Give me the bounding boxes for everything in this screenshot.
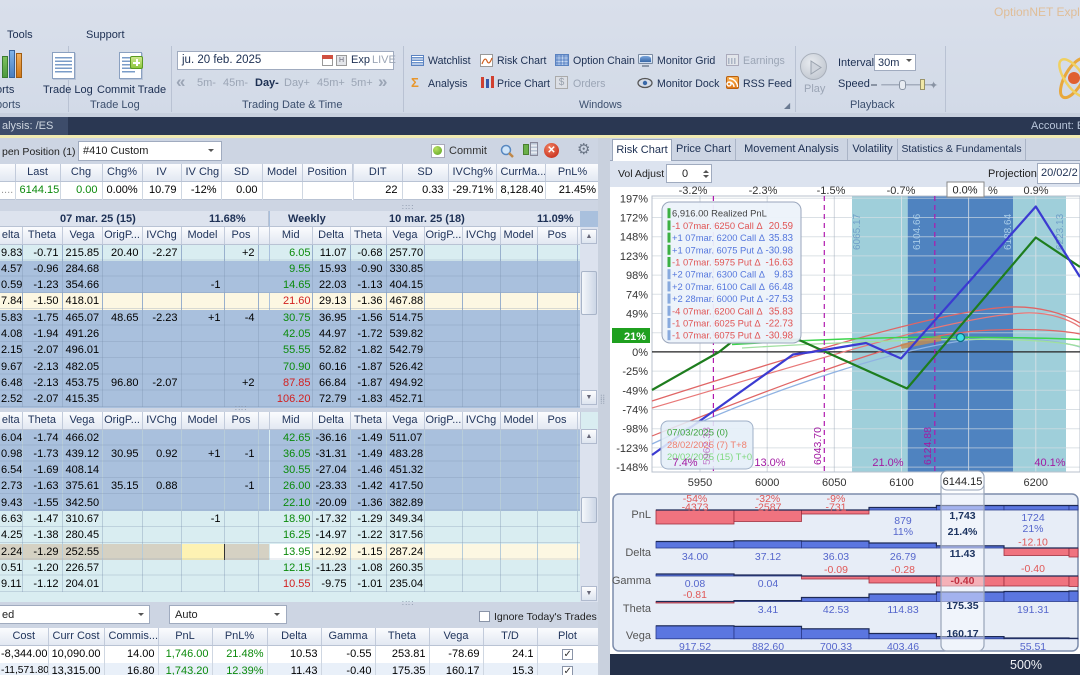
svg-text:34.00: 34.00	[682, 551, 708, 563]
svg-text:6,916.00 Realized PnL: 6,916.00 Realized PnL	[672, 208, 767, 219]
svg-text:-1.5%: -1.5%	[817, 185, 846, 197]
svg-text:-3.2%: -3.2%	[679, 185, 708, 197]
svg-text:6104.66: 6104.66	[912, 213, 923, 250]
svg-text:-1 07mar. 6250 Call Δ: -1 07mar. 6250 Call Δ	[672, 220, 763, 231]
svg-text:11.43: 11.43	[950, 548, 976, 560]
svg-text:6200: 6200	[1024, 477, 1048, 489]
svg-text:9.83: 9.83	[774, 270, 793, 281]
svg-text:40.1%: 40.1%	[1034, 457, 1065, 469]
svg-text:-2587: -2587	[755, 502, 782, 514]
svg-text:6124.88: 6124.88	[922, 427, 934, 465]
svg-text:-27.53: -27.53	[766, 294, 793, 305]
svg-text:35.83: 35.83	[769, 306, 793, 317]
svg-text:-22.73: -22.73	[766, 319, 793, 330]
svg-text:21%: 21%	[1022, 523, 1043, 535]
svg-text:6000: 6000	[755, 477, 779, 489]
svg-text:-0.09: -0.09	[824, 564, 848, 576]
svg-text:-74%: -74%	[622, 405, 648, 417]
svg-text:6043.70: 6043.70	[812, 427, 824, 465]
svg-text:197%: 197%	[620, 193, 648, 205]
svg-text:172%: 172%	[620, 213, 648, 225]
svg-text:-0.7%: -0.7%	[887, 185, 916, 197]
svg-text:3.41: 3.41	[758, 604, 779, 616]
svg-text:36.03: 36.03	[823, 551, 849, 563]
svg-text:0%: 0%	[632, 347, 648, 359]
svg-text:11%: 11%	[893, 526, 913, 538]
svg-text:5962.33: 5962.33	[701, 427, 713, 465]
svg-text:PnL: PnL	[631, 509, 651, 521]
svg-text:%: %	[988, 185, 998, 197]
svg-text:+2 28mar. 6000 Put Δ: +2 28mar. 6000 Put Δ	[672, 293, 763, 304]
svg-text:148%: 148%	[620, 232, 648, 244]
svg-text:-4 07mar. 6200 Call Δ: -4 07mar. 6200 Call Δ	[672, 305, 763, 316]
svg-text:13.0%: 13.0%	[754, 457, 785, 469]
svg-text:114.83: 114.83	[887, 604, 918, 616]
svg-text:26.79: 26.79	[890, 551, 916, 563]
svg-text:882.60: 882.60	[752, 641, 784, 653]
svg-text:-1 07mar. 6075 Put Δ: -1 07mar. 6075 Put Δ	[672, 330, 761, 341]
svg-text:42.53: 42.53	[823, 604, 849, 616]
svg-text:-25%: -25%	[622, 366, 648, 378]
svg-text:-0.40: -0.40	[1021, 563, 1045, 575]
svg-text:98%: 98%	[626, 270, 648, 282]
svg-text:-1 07mar. 5975 Put Δ: -1 07mar. 5975 Put Δ	[672, 257, 761, 268]
svg-text:07/03/2025 (0): 07/03/2025 (0)	[667, 427, 728, 438]
svg-text:66.48: 66.48	[769, 282, 793, 293]
svg-text:49%: 49%	[626, 309, 648, 321]
svg-text:55.51: 55.51	[1020, 641, 1046, 653]
svg-text:-16.63: -16.63	[766, 258, 793, 269]
svg-text:-30.98: -30.98	[766, 331, 793, 342]
svg-text:20.59: 20.59	[769, 221, 793, 232]
svg-text:-4373: -4373	[682, 502, 709, 514]
svg-text:0.0%: 0.0%	[952, 185, 977, 197]
svg-text:-148%: -148%	[616, 462, 648, 474]
svg-text:35.83: 35.83	[769, 233, 793, 244]
svg-text:Delta: Delta	[625, 547, 652, 559]
svg-text:Theta: Theta	[623, 603, 652, 615]
svg-text:-1 07mar. 6025 Put Δ: -1 07mar. 6025 Put Δ	[672, 318, 761, 329]
svg-text:7.4%: 7.4%	[672, 457, 697, 469]
svg-text:403.46: 403.46	[887, 641, 919, 653]
svg-text:+2 07mar. 6300 Call Δ: +2 07mar. 6300 Call Δ	[672, 269, 765, 280]
svg-text:123%: 123%	[620, 251, 648, 263]
svg-text:-731: -731	[825, 502, 846, 514]
svg-text:6144.15: 6144.15	[943, 476, 983, 488]
svg-text:37.12: 37.12	[755, 551, 781, 563]
svg-text:6100: 6100	[889, 477, 913, 489]
svg-text:21%: 21%	[624, 331, 646, 343]
svg-text:0.9%: 0.9%	[1023, 185, 1048, 197]
svg-text:21.4%: 21.4%	[948, 526, 978, 538]
svg-text:160.17: 160.17	[946, 628, 978, 640]
svg-text:-0.81: -0.81	[683, 589, 707, 601]
svg-text:+1 07mar. 6075 Put Δ: +1 07mar. 6075 Put Δ	[672, 244, 763, 255]
svg-text:-0.28: -0.28	[891, 564, 915, 576]
svg-text:+2 07mar. 6100 Call Δ: +2 07mar. 6100 Call Δ	[672, 281, 765, 292]
svg-text:-98%: -98%	[622, 424, 648, 436]
svg-text:6065.17: 6065.17	[852, 213, 863, 250]
svg-text:Vega: Vega	[626, 630, 652, 642]
svg-text:5950: 5950	[688, 477, 712, 489]
svg-text:-49%: -49%	[622, 385, 648, 397]
svg-text:6050: 6050	[822, 477, 846, 489]
svg-text:-0.40: -0.40	[951, 575, 975, 587]
svg-text:21.0%: 21.0%	[872, 457, 903, 469]
svg-text:-2.3%: -2.3%	[749, 185, 778, 197]
svg-text:+1 07mar. 6200 Call Δ: +1 07mar. 6200 Call Δ	[672, 232, 765, 243]
svg-text:1,743: 1,743	[949, 510, 975, 522]
svg-text:175.35: 175.35	[946, 600, 978, 612]
svg-text:191.31: 191.31	[1017, 604, 1049, 616]
svg-text:-123%: -123%	[616, 443, 648, 455]
svg-text:Gamma: Gamma	[612, 575, 652, 587]
svg-text:700.33: 700.33	[820, 641, 852, 653]
svg-text:-30.98: -30.98	[766, 245, 793, 256]
svg-text:917.52: 917.52	[679, 641, 711, 653]
svg-text:74%: 74%	[626, 289, 648, 301]
svg-text:0.04: 0.04	[758, 578, 779, 590]
svg-text:-12.10: -12.10	[1018, 537, 1048, 549]
